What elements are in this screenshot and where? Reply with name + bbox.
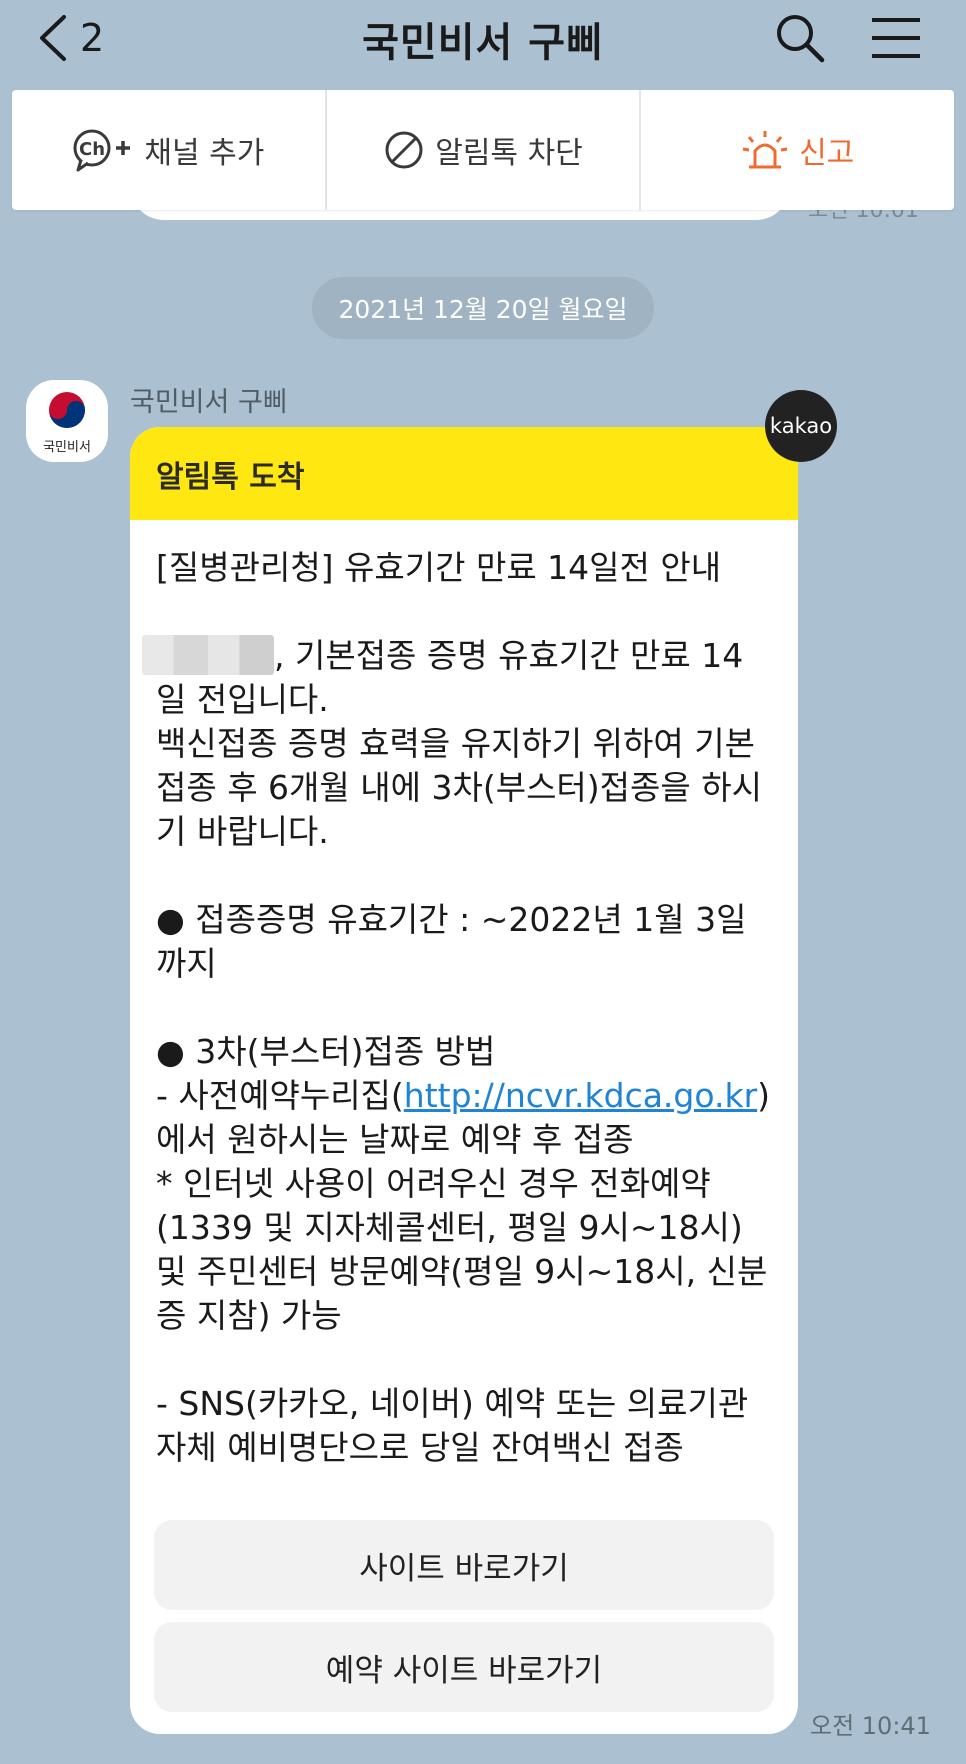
channel-add-icon: Ch xyxy=(73,129,131,172)
booster-method-title: ● 3차(부스터)접종 방법 xyxy=(156,1032,496,1071)
message-buttons: 사이트 바로가기 예약 사이트 바로가기 xyxy=(154,1520,774,1712)
reservation-site-button[interactable]: 예약 사이트 바로가기 xyxy=(154,1622,774,1712)
block-icon xyxy=(385,131,423,169)
svg-text:Ch: Ch xyxy=(79,139,105,160)
validity-period: ● 접종증명 유효기간 : ~2022년 1월 3일까지 xyxy=(156,900,747,983)
date-divider: 2021년 12월 20일 월요일 xyxy=(312,277,654,339)
ncvr-link[interactable]: http://ncvr.kdca.go.kr xyxy=(404,1076,757,1115)
avatar[interactable]: 국민비서 xyxy=(26,380,108,462)
method1-prefix: - 사전예약누리집( xyxy=(156,1076,404,1115)
alimtalk-message-card: 알림톡 도착 [질병관리청] 유효기간 만료 14일전 안내 , 기본접종 증명… xyxy=(130,427,798,1734)
avatar-label: 국민비서 xyxy=(43,440,91,455)
report-button[interactable]: 신고 xyxy=(639,90,954,210)
booster-method-2: - SNS(카카오, 네이버) 예약 또는 의료기관 자체 예비명단으로 당일 … xyxy=(156,1384,749,1467)
add-channel-label: 채널 추가 xyxy=(144,136,265,171)
channel-action-bar: Ch 채널 추가 알림톡 차단 신고 xyxy=(12,90,954,210)
menu-icon[interactable] xyxy=(868,12,924,64)
message-greeting: , 기본접종 증명 유효기간 만료 14일 전입니다. xyxy=(142,634,772,722)
kakao-badge: kakao xyxy=(765,390,837,462)
message-time: 오전 10:41 xyxy=(810,1712,931,1740)
search-icon[interactable] xyxy=(772,10,828,66)
redacted-recipient-name xyxy=(142,635,274,675)
booster-method-1: - 사전예약누리집(http://ncvr.kdca.go.kr)에서 원하시는… xyxy=(156,1074,772,1162)
message-body-text: 백신접종 증명 효력을 유지하기 위하여 기본접종 후 6개월 내에 3차(부스… xyxy=(156,724,762,851)
site-shortcut-button[interactable]: 사이트 바로가기 xyxy=(154,1520,774,1610)
report-label: 신고 xyxy=(799,136,855,171)
message-header: 알림톡 도착 xyxy=(130,427,798,520)
message-title: [질병관리청] 유효기간 만료 14일전 안내 xyxy=(156,548,722,587)
message-body: [질병관리청] 유효기간 만료 14일전 안내 , 기본접종 증명 유효기간 만… xyxy=(130,520,798,1470)
sender-name: 국민비서 구삐 xyxy=(130,387,288,418)
chat-header: 2 국민비서 구삐 xyxy=(0,0,966,80)
booster-method-note: * 인터넷 사용이 어려우신 경우 전화예약(1339 및 지자체콜센터, 평일… xyxy=(156,1164,768,1335)
block-alimtalk-button[interactable]: 알림톡 차단 xyxy=(324,90,640,210)
add-channel-button[interactable]: Ch 채널 추가 xyxy=(12,90,325,210)
siren-icon xyxy=(742,131,788,169)
block-alimtalk-label: 알림톡 차단 xyxy=(435,136,583,171)
